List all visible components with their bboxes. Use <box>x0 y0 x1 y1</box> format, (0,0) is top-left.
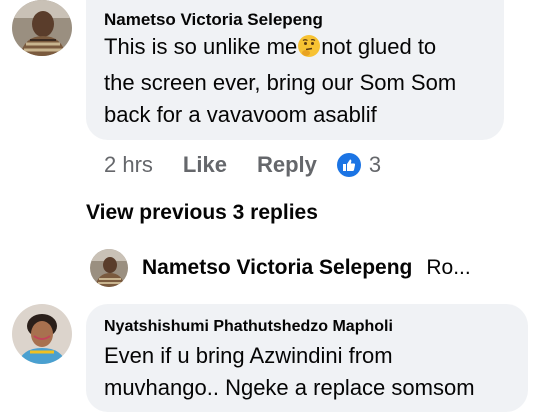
comment-text-segment: This is so unlike me <box>104 34 298 59</box>
comment-text: This is so unlike me not glued to the scr… <box>104 31 504 131</box>
like-button[interactable]: Like <box>183 152 227 178</box>
reply-preview-author[interactable]: Nametso Victoria Selepeng <box>142 256 412 280</box>
reaction-count: 3 <box>368 152 382 177</box>
thinking-face-icon <box>297 34 321 67</box>
comment-author[interactable]: Nyatshishumi Phathutshedzo Mapholi <box>104 318 393 336</box>
avatar-nametso-small[interactable] <box>90 249 128 287</box>
comment-timestamp[interactable]: 2 hrs <box>104 152 153 178</box>
reply-preview[interactable]: Nametso Victoria Selepeng Ro... <box>142 256 471 280</box>
comment-bubble-2: Nyatshishumi Phathutshedzo Mapholi Even … <box>86 304 528 412</box>
comment-actions: 2 hrs Like Reply 3 <box>104 150 381 180</box>
comment-text-line: the screen ever, bring our Som Som <box>104 70 457 95</box>
comment-text-line: Even if u bring Azwindini from <box>104 343 393 368</box>
view-previous-replies-link[interactable]: View previous 3 replies <box>86 201 318 225</box>
comment-text-line: back for a vavavoom asablif <box>104 102 377 127</box>
avatar-nyatshishumi[interactable] <box>12 304 72 364</box>
comment-bubble-1: Nametso Victoria Selepeng This is so unl… <box>86 0 504 140</box>
reply-preview-snippet: Ro... <box>426 256 471 279</box>
thumbs-up-icon <box>336 153 361 177</box>
avatar-nametso[interactable] <box>12 0 72 56</box>
comment-author[interactable]: Nametso Victoria Selepeng <box>104 10 323 30</box>
comment-text: Even if u bring Azwindini from muvhango.… <box>104 340 524 404</box>
comment-text-line: muvhango.. Ngeke a replace somsom <box>104 375 475 400</box>
reply-button[interactable]: Reply <box>257 152 317 178</box>
comment-text-segment: not glued to <box>321 34 437 59</box>
reaction-summary[interactable]: 3 <box>336 152 382 178</box>
